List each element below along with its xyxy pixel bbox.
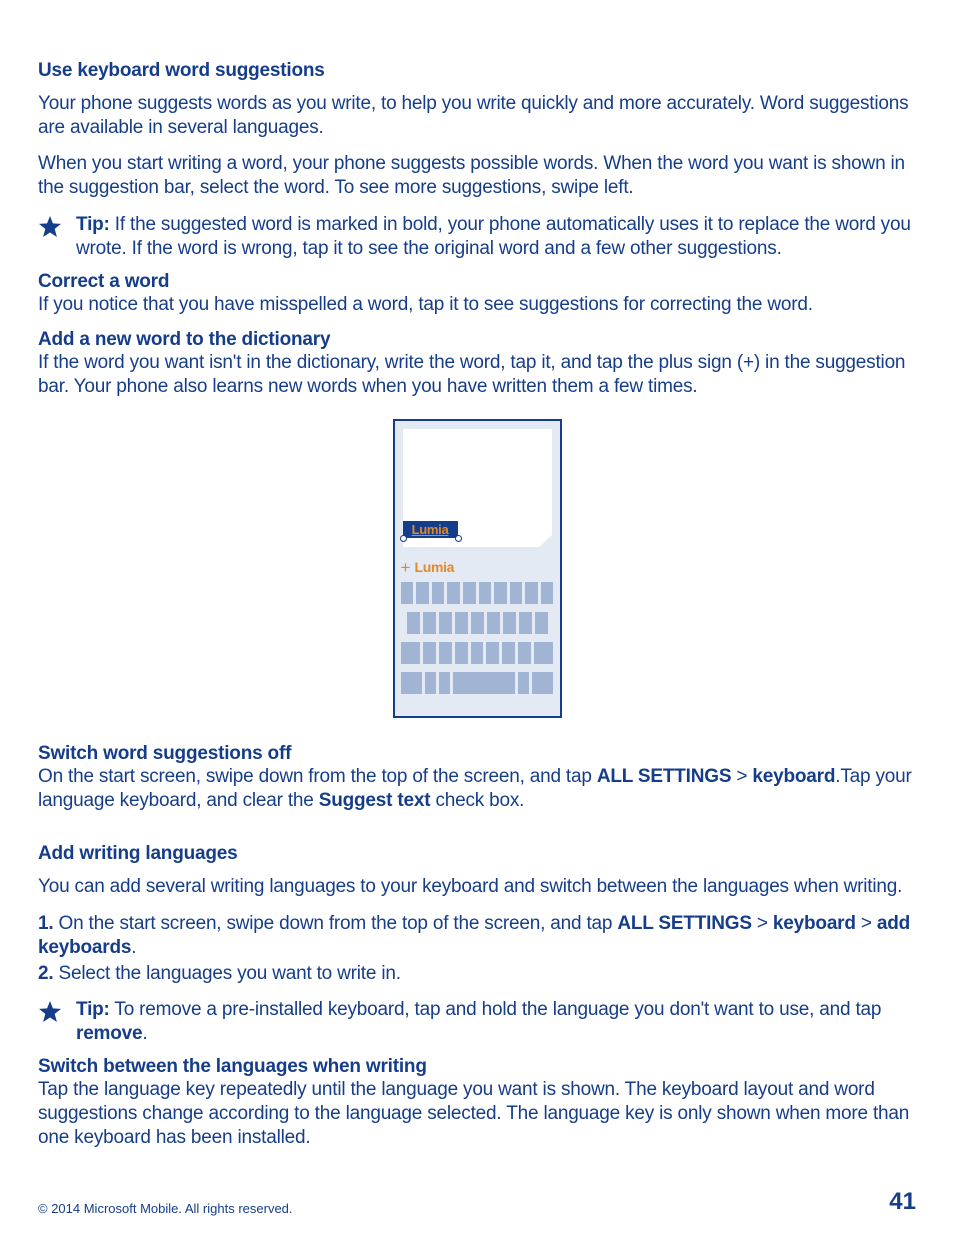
keyboard-illustration [401, 582, 554, 694]
selected-word: Lumia [403, 521, 458, 538]
step-1: 1. On the start screen, swipe down from … [38, 912, 916, 960]
text: > [731, 766, 752, 787]
text: > [856, 913, 877, 934]
paragraph: When you start writing a word, your phon… [38, 152, 916, 200]
heading-switch-languages: Switch between the languages when writin… [38, 1056, 916, 1078]
step-number: 1. [38, 913, 53, 934]
step-2: 2. Select the languages you want to writ… [38, 962, 916, 986]
bold-text: remove [76, 1023, 142, 1044]
paragraph: If you notice that you have misspelled a… [38, 293, 916, 317]
step-number: 2. [38, 963, 53, 984]
text: check box. [430, 790, 524, 811]
text: On the start screen, swipe down from the… [38, 766, 597, 787]
suggestion-bar: + Lumia [399, 555, 556, 579]
paragraph: On the start screen, swipe down from the… [38, 765, 916, 813]
text: . [142, 1023, 147, 1044]
page-footer: © 2014 Microsoft Mobile. All rights rese… [38, 1188, 916, 1216]
suggestion-word: Lumia [414, 559, 454, 575]
tip-block: Tip: To remove a pre-installed keyboard,… [38, 998, 916, 1046]
paragraph: Tap the language key repeatedly until th… [38, 1078, 916, 1150]
heading-use-suggestions: Use keyboard word suggestions [38, 60, 916, 82]
phone-illustration: Lumia + Lumia [393, 419, 562, 718]
tip-label: Tip: [76, 999, 110, 1020]
selection-handle-left [400, 535, 407, 542]
tip-block: Tip: If the suggested word is marked in … [38, 213, 916, 261]
text: > [752, 913, 773, 934]
tip-label: Tip: [76, 214, 110, 235]
page: Use keyboard word suggestions Your phone… [0, 0, 954, 1258]
star-icon [38, 1000, 62, 1024]
heading-correct-word: Correct a word [38, 271, 916, 293]
bold-text: Suggest text [319, 790, 431, 811]
bold-text: keyboard [773, 913, 856, 934]
bold-text: keyboard [752, 766, 835, 787]
heading-add-languages: Add writing languages [38, 843, 916, 865]
bold-text: ALL SETTINGS [617, 913, 751, 934]
paragraph: If the word you want isn't in the dictio… [38, 351, 916, 399]
heading-add-word: Add a new word to the dictionary [38, 329, 916, 351]
paragraph: Your phone suggests words as you write, … [38, 92, 916, 140]
text: On the start screen, swipe down from the… [53, 913, 617, 934]
star-icon [38, 215, 62, 239]
plus-icon: + [401, 559, 411, 576]
bold-text: ALL SETTINGS [597, 766, 731, 787]
selected-word-text: Lumia [412, 522, 449, 537]
tip-body: To remove a pre-installed keyboard, tap … [110, 999, 882, 1020]
text: Select the languages you want to write i… [53, 963, 400, 984]
text: . [131, 937, 136, 958]
copyright: © 2014 Microsoft Mobile. All rights rese… [38, 1201, 293, 1216]
tip-text: Tip: If the suggested word is marked in … [76, 213, 916, 261]
tip-text: Tip: To remove a pre-installed keyboard,… [76, 998, 916, 1046]
paragraph: You can add several writing languages to… [38, 875, 916, 899]
selection-handle-right [455, 535, 462, 542]
heading-switch-off: Switch word suggestions off [38, 743, 916, 765]
tip-body: If the suggested word is marked in bold,… [76, 214, 911, 259]
page-number: 41 [889, 1188, 916, 1216]
